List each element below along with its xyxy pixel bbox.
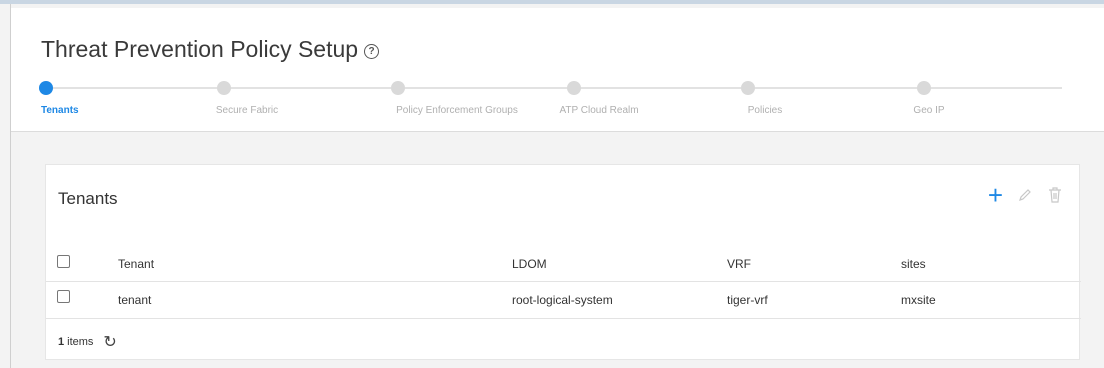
item-count: 1 — [58, 335, 65, 348]
card-toolbar: + — [988, 182, 1063, 208]
step-label-tenants[interactable]: Tenants — [41, 105, 79, 116]
step-label-atp-cloud-realm[interactable]: ATP Cloud Realm — [559, 105, 638, 116]
step-label-secure-fabric[interactable]: Secure Fabric — [216, 105, 278, 116]
top-border — [0, 0, 1104, 4]
cell-tenant: tenant — [118, 293, 152, 307]
pencil-icon[interactable] — [1017, 187, 1033, 203]
trash-icon[interactable] — [1047, 186, 1063, 204]
column-header-vrf[interactable]: VRF — [727, 257, 751, 271]
tenants-table: Tenant LDOM VRF sites tenant root-logica… — [46, 245, 1081, 319]
help-circle-icon[interactable]: ? — [364, 43, 380, 59]
column-header-ldom[interactable]: LDOM — [512, 257, 547, 271]
cell-ldom: root-logical-system — [512, 293, 613, 307]
item-count-label: items — [67, 335, 94, 348]
stepper-track — [49, 87, 1062, 89]
step-label-geo-ip[interactable]: Geo IP — [913, 105, 944, 116]
page-title-text: Threat Prevention Policy Setup — [41, 36, 359, 62]
step-label-policy-enforcement-groups[interactable]: Policy Enforcement Groups — [396, 105, 518, 116]
page-title: Threat Prevention Policy Setup ? — [41, 36, 380, 63]
table-row[interactable]: tenant root-logical-system tiger-vrf mxs… — [46, 282, 1081, 319]
table-header-row: Tenant LDOM VRF sites — [46, 245, 1081, 282]
cell-sites: mxsite — [901, 293, 936, 307]
step-dot-policy-enforcement-groups[interactable] — [391, 81, 405, 95]
card-title: Tenants — [58, 189, 118, 208]
step-dot-tenants[interactable] — [39, 81, 53, 95]
step-dot-secure-fabric[interactable] — [217, 81, 231, 95]
step-dot-geo-ip[interactable] — [917, 81, 931, 95]
plus-icon[interactable]: + — [988, 182, 1003, 208]
row-checkbox[interactable] — [57, 290, 70, 303]
refresh-icon[interactable]: ↻ — [103, 332, 116, 352]
wizard-stepper: Tenants Secure Fabric Policy Enforcement… — [11, 78, 1104, 128]
column-header-tenant[interactable]: Tenant — [118, 257, 154, 271]
table-footer: 1 items ↻ — [46, 323, 1081, 360]
step-label-policies[interactable]: Policies — [748, 105, 782, 116]
column-header-sites[interactable]: sites — [901, 257, 926, 271]
cell-vrf: tiger-vrf — [727, 293, 768, 307]
select-all-checkbox[interactable] — [57, 255, 70, 268]
tenants-card: Tenants + Tenant LDOM VRF sites tenant r… — [45, 164, 1081, 360]
page-header: Threat Prevention Policy Setup ? Tenants… — [11, 8, 1104, 132]
step-dot-policies[interactable] — [741, 81, 755, 95]
step-dot-atp-cloud-realm[interactable] — [567, 81, 581, 95]
